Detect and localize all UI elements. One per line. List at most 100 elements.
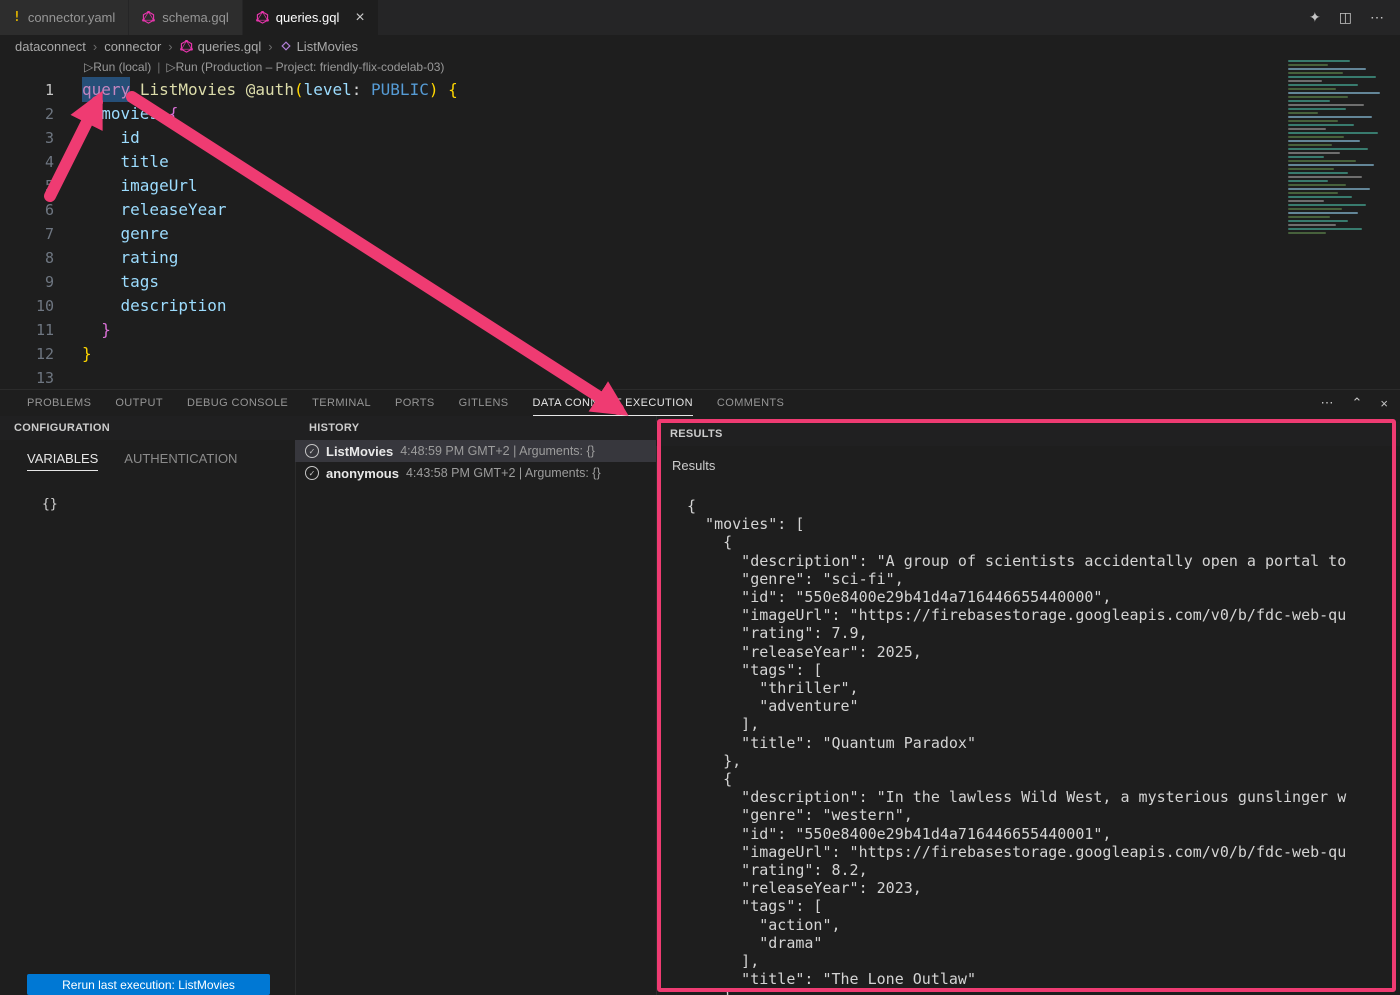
- sparkle-icon[interactable]: ✦: [1309, 9, 1321, 26]
- configuration-header[interactable]: CONFIGURATION: [0, 416, 295, 440]
- code-line: 13: [0, 366, 458, 389]
- history-item-anonymous[interactable]: ✓anonymous4:43:58 PM GMT+2 | Arguments: …: [295, 462, 656, 484]
- history-item-name: ListMovies: [326, 444, 393, 459]
- editor-tab-bar: !connector.yamlschema.gqlqueries.gql× ✦ ◫…: [0, 0, 1400, 35]
- code-line: 3 id: [0, 126, 458, 150]
- panel-tabs: PROBLEMS OUTPUT DEBUG CONSOLE TERMINAL PORTS…: [0, 390, 784, 416]
- panel-tab-comments[interactable]: COMMENTS: [717, 390, 784, 416]
- code-text: tags: [54, 270, 159, 294]
- code-token: rating: [121, 248, 179, 267]
- panel-tab-gitlens[interactable]: GITLENS: [459, 390, 509, 416]
- line-number: 11: [0, 318, 54, 342]
- code-token: [159, 104, 169, 123]
- line-number: 13: [0, 366, 54, 389]
- code-token: (: [294, 80, 304, 99]
- code-token: tags: [121, 272, 160, 291]
- code-token: @auth: [246, 80, 294, 99]
- code-text: genre: [54, 222, 169, 246]
- line-number: 10: [0, 294, 54, 318]
- code-token: }: [82, 344, 92, 363]
- editor-actions: ✦ ◫ ⋯: [1309, 0, 1400, 35]
- configuration-section: CONFIGURATION VARIABLES AUTHENTICATION {}…: [0, 416, 296, 995]
- minimap-line: [1288, 124, 1354, 126]
- code-text: movies {: [54, 102, 178, 126]
- code-token: imageUrl: [121, 176, 198, 195]
- code-line: 9 tags: [0, 270, 458, 294]
- breadcrumb-item-queries-gql[interactable]: queries.gql: [180, 39, 262, 54]
- editor-tab-connector-yaml[interactable]: !connector.yaml: [0, 0, 128, 35]
- breadcrumb-item-dataconnect[interactable]: dataconnect: [15, 39, 86, 54]
- minimap-line: [1288, 152, 1340, 154]
- panel-body: CONFIGURATION VARIABLES AUTHENTICATION {}…: [0, 416, 1400, 995]
- minimap-line: [1288, 232, 1326, 234]
- panel-tab-problems[interactable]: PROBLEMS: [27, 390, 91, 416]
- run-icon: ▷: [84, 60, 93, 74]
- code-token: [82, 248, 121, 267]
- minimap-line: [1288, 200, 1324, 202]
- minimap-line: [1288, 96, 1348, 98]
- panel-tab-terminal[interactable]: TERMINAL: [312, 390, 371, 416]
- minimap-line: [1288, 116, 1372, 118]
- minimap-line: [1288, 160, 1356, 162]
- close-icon[interactable]: ×: [1380, 396, 1388, 411]
- rerun-button[interactable]: Rerun last execution: ListMovies: [27, 974, 270, 995]
- chevron-up-icon[interactable]: ⌃: [1352, 395, 1363, 411]
- code-token: [82, 224, 121, 243]
- line-number: 1: [0, 78, 54, 102]
- code-lines[interactable]: 1query ListMovies @auth(level: PUBLIC) {…: [0, 78, 458, 389]
- history-header[interactable]: HISTORY: [295, 416, 656, 440]
- code-text: }: [54, 318, 111, 342]
- history-item-listmovies[interactable]: ✓ListMovies4:48:59 PM GMT+2 | Arguments:…: [295, 440, 656, 462]
- close-icon[interactable]: ×: [355, 10, 364, 26]
- minimap-line: [1288, 208, 1342, 210]
- breadcrumb-item-listmovies[interactable]: ListMovies: [280, 39, 358, 54]
- minimap[interactable]: [1282, 57, 1400, 242]
- line-number: 6: [0, 198, 54, 222]
- code-editor: ▷Run (local) | ▷Run (Production – Projec…: [0, 57, 1400, 389]
- panel-tab-debug-console[interactable]: DEBUG CONSOLE: [187, 390, 288, 416]
- panel-tab-ports[interactable]: PORTS: [395, 390, 435, 416]
- vscode-window: !connector.yamlschema.gqlqueries.gql× ✦◫…: [0, 0, 1400, 995]
- config-tab-variables[interactable]: VARIABLES: [27, 451, 98, 471]
- editor-tab-queries-gql[interactable]: queries.gql×: [243, 0, 378, 35]
- minimap-line: [1288, 64, 1328, 66]
- minimap-line: [1288, 144, 1332, 146]
- code-token: [82, 152, 121, 171]
- breadcrumb-separator: ›: [168, 39, 172, 54]
- variables-value[interactable]: {}: [42, 497, 295, 512]
- minimap-line: [1288, 204, 1366, 206]
- run-local-link[interactable]: ▷Run (local): [84, 60, 151, 74]
- breadcrumb-label: queries.gql: [198, 39, 262, 54]
- results-json[interactable]: { "movies": [ { "description": "A group …: [656, 497, 1400, 995]
- editor-tab-schema-gql[interactable]: schema.gql: [129, 0, 241, 35]
- minimap-line: [1288, 128, 1326, 130]
- line-number: 4: [0, 150, 54, 174]
- minimap-line: [1288, 224, 1336, 226]
- line-number: 8: [0, 246, 54, 270]
- graphql-icon: [142, 11, 155, 24]
- config-tab-authentication[interactable]: AUTHENTICATION: [124, 451, 237, 471]
- minimap-line: [1288, 148, 1368, 150]
- panel-tab-data-connect-execution[interactable]: DATA CONNECT EXECUTION: [533, 390, 693, 416]
- code-token: :: [352, 80, 371, 99]
- code-text: query ListMovies @auth(level: PUBLIC) {: [54, 78, 458, 102]
- minimap-line: [1288, 136, 1344, 138]
- panel-tab-output[interactable]: OUTPUT: [115, 390, 163, 416]
- code-token: [236, 80, 246, 99]
- more-actions-icon[interactable]: ⋯: [1321, 395, 1334, 411]
- code-token: title: [121, 152, 169, 171]
- results-header[interactable]: RESULTS: [656, 422, 1400, 446]
- minimap-line: [1288, 184, 1346, 186]
- code-text: imageUrl: [54, 174, 198, 198]
- breadcrumb-item-connector[interactable]: connector: [104, 39, 161, 54]
- configuration-title: CONFIGURATION: [14, 422, 110, 434]
- codelens-divider: |: [157, 60, 160, 74]
- run-production-link[interactable]: ▷Run (Production – Project: friendly-fli…: [166, 60, 444, 74]
- code-line: 7 genre: [0, 222, 458, 246]
- minimap-line: [1288, 168, 1334, 170]
- code-line: 5 imageUrl: [0, 174, 458, 198]
- split-editor-icon[interactable]: ◫: [1339, 9, 1352, 26]
- more-actions-icon[interactable]: ⋯: [1370, 9, 1384, 26]
- code-line: 8 rating: [0, 246, 458, 270]
- code-token: genre: [121, 224, 169, 243]
